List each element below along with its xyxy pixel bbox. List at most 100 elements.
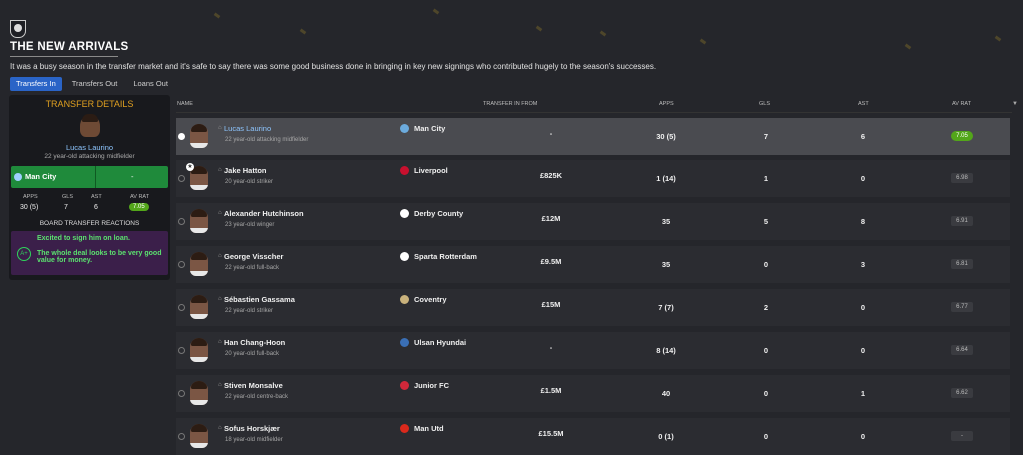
reaction-text: Excited to sign him on loan. xyxy=(37,235,130,242)
goals-value: 0 xyxy=(763,432,769,441)
sort-arrow-icon[interactable]: ▼ xyxy=(1012,101,1018,107)
player-photo xyxy=(190,338,208,362)
apps-value: 35 xyxy=(661,260,671,269)
person-icon: ⌂ xyxy=(218,296,222,302)
confetti xyxy=(432,8,440,15)
player-name[interactable]: Lucas Laurino xyxy=(9,143,170,152)
row-select-radio[interactable] xyxy=(178,175,185,182)
transfer-fee: - xyxy=(549,343,553,352)
confetti xyxy=(599,30,607,37)
person-icon: ⌂ xyxy=(218,425,222,431)
player-name[interactable]: Stiven Monsalve xyxy=(224,381,283,390)
rating-pill: 7.05 xyxy=(129,203,149,211)
stat-label: AST xyxy=(91,194,102,200)
row-select-radio[interactable] xyxy=(178,218,185,225)
assists-value: 0 xyxy=(860,303,866,312)
player-name[interactable]: Alexander Hutchinson xyxy=(224,209,304,218)
row-select-radio[interactable] xyxy=(178,133,185,140)
rating-value: 7.05 xyxy=(951,131,973,141)
rating-value: 6.91 xyxy=(951,216,973,226)
table-row[interactable]: ⌂ Sébastien Gassama 22 year-old striker Cov… xyxy=(176,289,1010,326)
player-description: 22 year-old full-back xyxy=(225,265,280,271)
table-row[interactable]: ⌂ Alexander Hutchinson 23 year-old winger D… xyxy=(176,203,1010,240)
transfer-fee: £9.5M xyxy=(540,257,562,266)
row-select-radio[interactable] xyxy=(178,261,185,268)
row-select-radio[interactable] xyxy=(178,304,185,311)
column-header-apps[interactable]: APPS xyxy=(659,101,674,107)
apps-value: 7 (7) xyxy=(658,303,674,312)
column-header-ast[interactable]: AST xyxy=(858,101,869,107)
player-name[interactable]: Lucas Laurino xyxy=(224,124,271,133)
reactions-heading: BOARD TRANSFER REACTIONS xyxy=(39,220,140,227)
confetti xyxy=(699,38,707,45)
table-row[interactable]: ⌂ Stiven Monsalve 22 year-old centre-back J… xyxy=(176,375,1010,412)
divider xyxy=(95,166,96,188)
row-select-radio[interactable] xyxy=(178,347,185,354)
rating-value: 6.77 xyxy=(951,302,973,312)
goals-value: 7 xyxy=(763,132,769,141)
table-row[interactable]: ⌂ Lucas Laurino 22 year-old attacking midf… xyxy=(176,118,1010,155)
club-crest-icon xyxy=(400,424,409,433)
club-name[interactable]: Junior FC xyxy=(414,381,449,390)
table-row[interactable]: ⌂ Han Chang-Hoon 20 year-old full-back Ulsa… xyxy=(176,332,1010,369)
column-header-rating[interactable]: AV RAT xyxy=(952,101,971,107)
tab-loans-out[interactable]: Loans Out xyxy=(127,77,174,91)
person-icon: ⌂ xyxy=(218,125,222,131)
player-photo xyxy=(190,295,208,319)
rating-value: 7.05 xyxy=(129,203,149,211)
assists-value: 1 xyxy=(860,389,866,398)
club-crest-icon xyxy=(400,381,409,390)
tab-transfers-in[interactable]: Transfers In xyxy=(10,77,62,91)
club-name[interactable]: Coventry xyxy=(414,295,447,304)
player-name[interactable]: Sébastien Gassama xyxy=(224,295,295,304)
club-crest-icon xyxy=(400,124,409,133)
player-name[interactable]: Jake Hatton xyxy=(224,166,267,175)
stat-label: AV RAT xyxy=(130,194,150,200)
transfer-fee: £1.5M xyxy=(540,386,562,395)
player-description: 22 year-old attacking midfielder xyxy=(44,153,135,160)
player-name[interactable]: George Visscher xyxy=(224,252,283,261)
row-select-radio[interactable] xyxy=(178,433,185,440)
club-crest-icon xyxy=(400,252,409,261)
row-select-radio[interactable] xyxy=(178,390,185,397)
club-name[interactable]: Man City xyxy=(25,172,56,181)
page-title: THE NEW ARRIVALS xyxy=(10,41,129,53)
player-photo xyxy=(190,252,208,276)
club-crest-icon xyxy=(10,20,26,38)
table-row[interactable]: ★ ⌂ Jake Hatton 20 year-old striker Liverpoo… xyxy=(176,160,1010,197)
player-name[interactable]: Sofus Horskjær xyxy=(224,424,280,433)
stat-value: 6 xyxy=(94,204,98,211)
grade-badge: A+ xyxy=(17,247,31,261)
club-name[interactable]: Liverpool xyxy=(414,166,448,175)
stat-value: 30 (5) xyxy=(20,204,39,211)
assists-value: 0 xyxy=(860,346,866,355)
club-name[interactable]: Man City xyxy=(414,124,445,133)
tab-transfers-out[interactable]: Transfers Out xyxy=(66,77,124,91)
person-icon: ⌂ xyxy=(218,167,222,173)
apps-value: 8 (14) xyxy=(656,346,676,355)
goals-value: 0 xyxy=(763,389,769,398)
goals-value: 0 xyxy=(763,260,769,269)
club-name[interactable]: Derby County xyxy=(414,209,463,218)
confetti xyxy=(994,35,1002,42)
apps-value: 40 xyxy=(661,389,671,398)
stat-value: 7 xyxy=(64,204,68,211)
confetti xyxy=(904,43,912,50)
goals-value: 1 xyxy=(763,174,769,183)
table-row[interactable]: ⌂ Sofus Horskjær 18 year-old midfielder Man… xyxy=(176,418,1010,455)
apps-value: 1 (14) xyxy=(656,174,676,183)
player-name[interactable]: Han Chang-Hoon xyxy=(224,338,285,347)
stat-label: APPS xyxy=(23,194,38,200)
column-header-from[interactable]: TRANSFER IN FROM xyxy=(483,101,537,107)
column-header-name[interactable]: NAME xyxy=(177,101,193,107)
transfer-fee: - xyxy=(131,172,134,181)
panel-heading: TRANSFER DETAILS xyxy=(45,99,134,109)
club-name[interactable]: Sparta Rotterdam xyxy=(414,252,477,261)
assists-value: 3 xyxy=(860,260,866,269)
player-description: 20 year-old striker xyxy=(225,179,274,185)
column-header-gls[interactable]: GLS xyxy=(759,101,770,107)
assists-value: 6 xyxy=(860,132,866,141)
club-name[interactable]: Man Utd xyxy=(414,424,444,433)
club-name[interactable]: Ulsan Hyundai xyxy=(414,338,466,347)
table-row[interactable]: ⌂ George Visscher 22 year-old full-back Spa… xyxy=(176,246,1010,283)
